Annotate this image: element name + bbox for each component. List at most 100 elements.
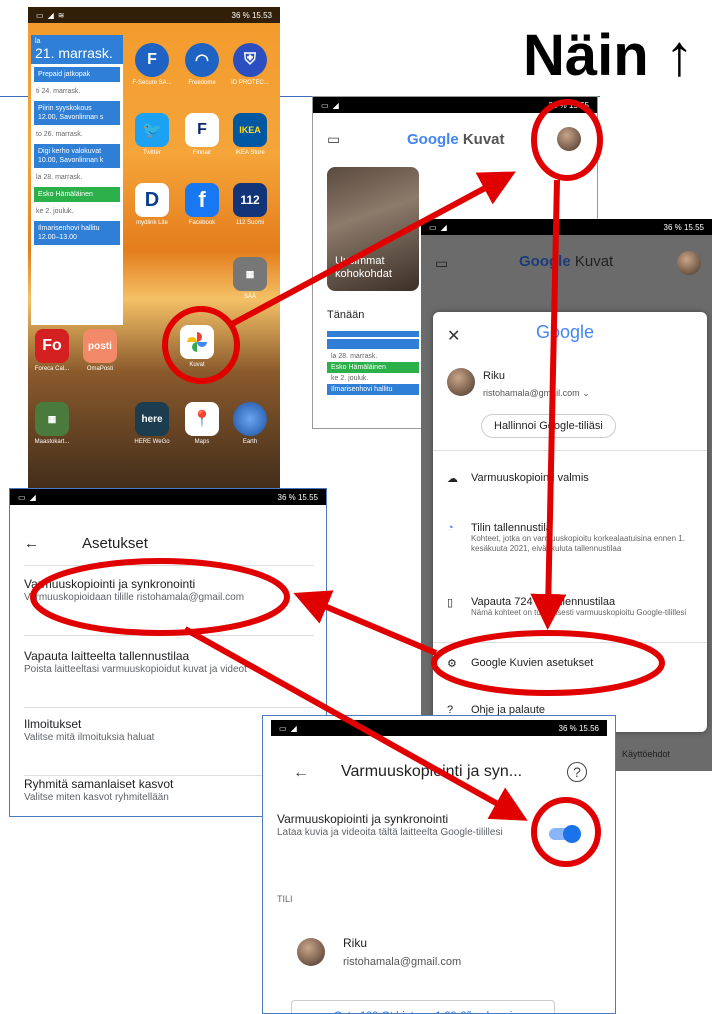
- app-label: Foreca Cal...: [34, 366, 70, 372]
- backup-toggle[interactable]: [549, 825, 581, 843]
- app-ikea[interactable]: IKEA IKEA Store: [228, 113, 272, 156]
- toggle-subtitle: Lataa kuvia ja videoita tältä laitteelta…: [277, 827, 503, 838]
- dialog-google-logo: Google: [536, 322, 595, 342]
- calendar-widget[interactable]: la 21. marrask. Prepaid jatkopak ti 24. m…: [31, 35, 123, 325]
- app-foreca[interactable]: Fo Foreca Cal...: [30, 329, 74, 372]
- home-screen: ▭ ◢ ≋ 36 % 15.53 la 21. marrask. Prepaid j…: [28, 7, 280, 494]
- thumb-date: ke 2. jouluk.: [331, 375, 369, 382]
- status-time: 36 % 15.55: [548, 100, 589, 110]
- account-avatar[interactable]: [677, 251, 701, 275]
- emergency-112-icon: 112: [233, 183, 267, 217]
- thumb-event: Ilmarisenhovi hallitu: [327, 384, 419, 395]
- app-twitter[interactable]: 🐦 Twitter: [130, 113, 174, 156]
- status-time: 36 % 15.53: [231, 10, 272, 20]
- thumb-event: Esko Hämäläinen: [327, 362, 419, 373]
- back-arrow-icon[interactable]: ←: [24, 535, 39, 552]
- app-earth[interactable]: Earth: [228, 402, 272, 445]
- page-title: Asetukset: [82, 535, 148, 552]
- chat-icon[interactable]: ▭: [435, 255, 448, 272]
- signal-icon: ◢: [29, 492, 36, 502]
- facebook-icon: f: [185, 183, 219, 217]
- calendar-day: la: [35, 38, 41, 45]
- highlights-card[interactable]: Uusimmat kohokohdat: [327, 167, 419, 291]
- user-name: Riku: [483, 370, 506, 382]
- close-icon[interactable]: ✕: [447, 326, 460, 346]
- app-label: mydlink Lite: [136, 220, 168, 226]
- calendar-event[interactable]: Ilmarisenhovi hallitu 12.00–13.00: [34, 221, 120, 245]
- app-mydlink[interactable]: Dmydlink Lite: [130, 183, 174, 226]
- settings-item-0[interactable]: Varmuuskopiointi ja synkronointi Varmuusk…: [24, 577, 314, 605]
- menu-label: Tilin tallennustila Kohteet, jotka on var…: [471, 522, 685, 553]
- status-bar: ▭ ◢ 36 % 15.55: [10, 489, 326, 505]
- menu-label: Google Kuvien asetukset: [471, 657, 594, 669]
- battery-icon: ▭: [279, 723, 287, 733]
- battery-icon: ▭: [429, 222, 437, 232]
- cloud-check-icon: ☁: [447, 473, 458, 485]
- toggle-knob: [563, 825, 581, 843]
- user-email[interactable]: ristohamala@gmail.com ⌄: [483, 388, 590, 399]
- app-label: Maps: [194, 439, 210, 445]
- status-bar: ▭ ◢ 36 % 15.55: [421, 219, 712, 235]
- app-kuvat[interactable]: Kuvat: [175, 325, 219, 368]
- earth-icon: [233, 402, 267, 436]
- app-herewego[interactable]: here HERE WeGo: [130, 402, 174, 445]
- app-maastokartta[interactable]: ▦ Maastokart...: [30, 402, 74, 445]
- calendar-event[interactable]: Esko Hämäläinen: [34, 187, 120, 202]
- phone-check-icon: ▯: [447, 597, 454, 609]
- status-bar: ▭ ◢ 36 % 15.55: [313, 97, 597, 113]
- settings-item-1[interactable]: Vapauta laitteelta tallennustilaa Poista …: [24, 649, 314, 677]
- chat-icon[interactable]: ▭: [327, 131, 340, 148]
- app-label: F-Secure SA...: [132, 80, 172, 86]
- calendar-date-label: la 28. marrask.: [36, 174, 83, 181]
- app-label: Twitter: [143, 150, 161, 156]
- status-bar: ▭ ◢ 36 % 15.56: [271, 720, 607, 736]
- menu-label: Varmuuskopiointi valmis: [471, 472, 589, 484]
- fsecure-icon: F: [135, 43, 169, 77]
- shield-icon: ⛨: [233, 43, 267, 77]
- page-title: Varmuuskopiointi ja syn...: [341, 763, 523, 780]
- divider: [24, 707, 314, 708]
- backup-sync-screen: ▭ ◢ 36 % 15.56 ← Varmuuskopiointi ja syn..…: [262, 715, 616, 1014]
- app-saa[interactable]: ▦ SÄÄ: [228, 257, 272, 300]
- calendar-thumb[interactable]: la 28. marrask. Esko Hämäläinen ke 2. jo…: [327, 329, 419, 428]
- app-112suomi[interactable]: 112 112 Suomi: [228, 183, 272, 226]
- calendar-header: la 21. marrask.: [31, 35, 123, 64]
- back-arrow-icon[interactable]: ←: [293, 764, 309, 782]
- app-omaposti[interactable]: posti OmaPosti: [78, 329, 122, 372]
- backup-toggle-row: Varmuuskopiointi ja synkronointi Lataa k…: [277, 812, 517, 840]
- google-wordmark: Google: [519, 253, 571, 270]
- terms-link[interactable]: Käyttöehdot: [622, 749, 670, 759]
- google-photos-icon: [180, 325, 214, 359]
- app-label: 112 Suomi: [235, 220, 265, 226]
- app-idprotec[interactable]: ⛨ ID PROTEC...: [228, 43, 272, 86]
- app-freedome[interactable]: ◠ Freedome: [180, 43, 224, 86]
- kuvat-wordmark: Kuvat: [462, 131, 505, 148]
- calendar-event[interactable]: Digi kerho valokuvat 10.00, Savonlinnan …: [34, 144, 120, 168]
- app-finnair[interactable]: F Finnair: [180, 113, 224, 156]
- battery-icon: ▭: [321, 100, 329, 110]
- app-label: SÄÄ: [243, 294, 256, 300]
- app-facebook[interactable]: f Facebook: [180, 183, 224, 226]
- calendar-event[interactable]: Piirin syyskokous 12.00, Savonlinnan s: [34, 101, 120, 125]
- posti-icon: posti: [83, 329, 117, 363]
- slide-title: Näin ↑: [523, 23, 694, 88]
- calendar-event[interactable]: Prepaid jatkopak: [34, 67, 120, 82]
- calendar-date-label: ke 2. jouluk.: [36, 208, 74, 215]
- app-maps[interactable]: 📍 Maps: [180, 402, 224, 445]
- manage-account-button[interactable]: Hallinnoi Google-tiliäsi: [481, 414, 616, 438]
- menu-label: Vapauta 724 Mt tallennustilaa Nämä kohtee…: [471, 596, 687, 617]
- section-heading: TILI: [277, 894, 293, 904]
- app-label: Earth: [242, 439, 258, 445]
- app-fsecure[interactable]: F F-Secure SA...: [130, 43, 174, 86]
- divider: [433, 450, 707, 451]
- buy-storage-button[interactable]: Osta 100 Gt hintaan 1,89 €/kuukausi: [291, 1000, 555, 1013]
- account-menu-dialog: ✕ Google Riku ristohamala@gmail.com ⌄ Ha…: [433, 312, 707, 732]
- app-label: OmaPosti: [86, 366, 114, 372]
- status-bar: ▭ ◢ ≋ 36 % 15.53: [28, 7, 280, 23]
- account-avatar[interactable]: [557, 127, 581, 151]
- user-avatar: [447, 368, 475, 396]
- help-icon[interactable]: ?: [567, 762, 587, 782]
- divider: [433, 642, 707, 643]
- toggle-title: Varmuuskopiointi ja synkronointi: [277, 812, 449, 826]
- divider: [24, 635, 314, 636]
